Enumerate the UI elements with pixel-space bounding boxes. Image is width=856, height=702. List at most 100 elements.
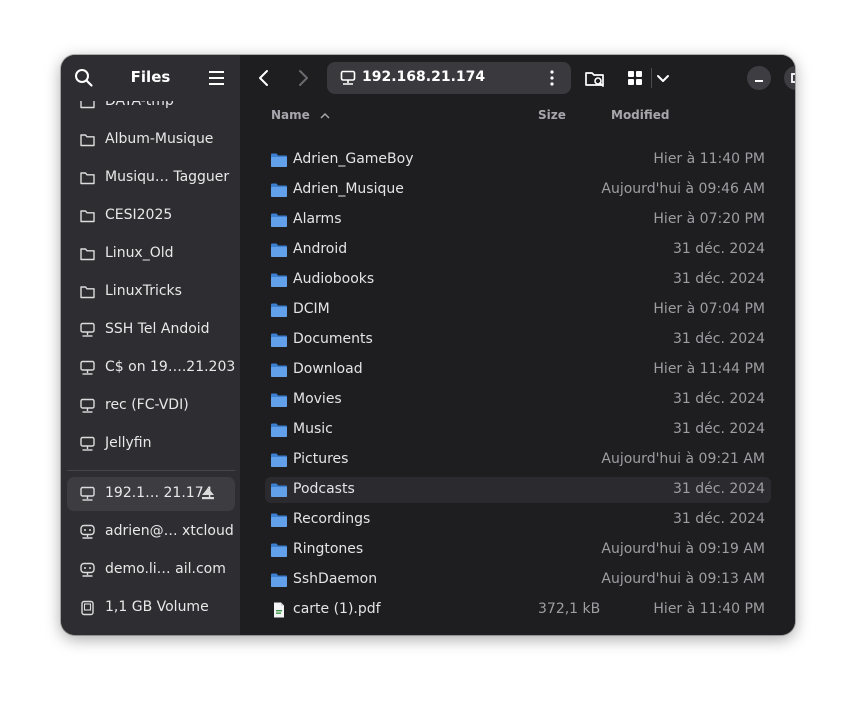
network-icon (79, 486, 96, 502)
file-modified: Aujourd'hui à 09:21 AM (601, 451, 765, 467)
main-pane: 192.168.21.174 Name Size Modified Adrien… (240, 55, 795, 635)
online-account-icon (79, 562, 96, 578)
file-row[interactable]: Movies 31 déc. 2024 (265, 387, 771, 413)
file-name: SshDaemon (293, 571, 378, 587)
sidebar-item[interactable]: LinuxTricks (67, 275, 235, 309)
file-modified: Aujourd'hui à 09:46 AM (601, 181, 765, 197)
file-name: Alarms (293, 211, 342, 227)
sidebar-separator (67, 470, 235, 471)
folder-icon (270, 482, 288, 498)
file-modified: Hier à 11:40 PM (653, 151, 765, 167)
file-row[interactable]: Documents 31 déc. 2024 (265, 327, 771, 353)
back-button[interactable] (249, 63, 279, 93)
column-header-size[interactable]: Size (538, 108, 566, 122)
folder-icon (270, 272, 288, 288)
folder-icon (270, 212, 288, 228)
sidebar-item[interactable]: SSH Tel Andoid (67, 313, 235, 347)
sidebar-item[interactable]: CESI2025 (67, 199, 235, 233)
sidebar-item[interactable]: Linux_Old (67, 237, 235, 271)
file-row[interactable]: Download Hier à 11:44 PM (265, 357, 771, 383)
file-modified: Aujourd'hui à 09:13 AM (601, 571, 765, 587)
column-header-name[interactable]: Name (271, 108, 330, 122)
file-size: 372,1 kB (538, 601, 601, 617)
folder-icon (270, 182, 288, 198)
main-menu-icon[interactable] (206, 68, 228, 88)
file-row[interactable]: Adrien_Musique Aujourd'hui à 09:46 AM (265, 177, 771, 203)
sidebar-item[interactable]: rec (FC-VDI) (67, 389, 235, 423)
sidebar-item-label: 192.1… 21.174 (105, 485, 213, 501)
sidebar-item-label: Musiqu… Tagguer (105, 169, 230, 185)
file-name: Adrien_Musique (293, 181, 404, 197)
file-row[interactable]: carte (1).pdf 372,1 kB Hier à 11:40 PM (265, 597, 771, 623)
pdf-file-icon (270, 602, 288, 618)
view-options-button[interactable] (648, 63, 678, 93)
folder-icon (79, 284, 96, 300)
sidebar-item[interactable]: Album-Musique (67, 123, 235, 157)
file-modified: Hier à 11:40 PM (653, 601, 765, 617)
network-icon (79, 360, 96, 376)
sidebar-item[interactable]: C$ on 19….21.203 (67, 351, 235, 385)
sidebar-header: Files (61, 55, 240, 101)
sidebar-item-label: rec (FC-VDI) (105, 397, 189, 413)
minimize-button[interactable] (747, 66, 771, 90)
folder-icon (270, 242, 288, 258)
sidebar-item[interactable]: DATA-tmp (67, 101, 235, 119)
eject-icon[interactable] (200, 487, 216, 501)
file-row[interactable]: Ringtones Aujourd'hui à 09:19 AM (265, 537, 771, 563)
maximize-button[interactable] (784, 66, 795, 90)
sidebar-item[interactable]: demo.li… ail.com (67, 553, 235, 587)
sidebar-item-label: DATA-tmp (105, 101, 174, 109)
sidebar-item[interactable]: 192.1… 21.174 (67, 477, 235, 511)
file-modified: 31 déc. 2024 (673, 271, 765, 287)
folder-icon (79, 170, 96, 186)
file-name: carte (1).pdf (293, 601, 381, 617)
file-modified: 31 déc. 2024 (673, 481, 765, 497)
file-row[interactable]: Music 31 déc. 2024 (265, 417, 771, 443)
sidebar-item-label: C$ on 19….21.203 (105, 359, 236, 375)
file-row[interactable]: Android 31 déc. 2024 (265, 237, 771, 263)
file-row[interactable]: Podcasts 31 déc. 2024 (265, 477, 771, 503)
grid-view-button[interactable] (620, 63, 650, 93)
file-name: Movies (293, 391, 342, 407)
column-header-modified[interactable]: Modified (611, 108, 670, 122)
file-modified: 31 déc. 2024 (673, 421, 765, 437)
folder-icon (79, 208, 96, 224)
file-row[interactable]: DCIM Hier à 07:04 PM (265, 297, 771, 323)
sidebar-item[interactable]: 1,1 GB Volume (67, 591, 235, 625)
file-modified: 31 déc. 2024 (673, 391, 765, 407)
more-options-icon[interactable] (549, 70, 555, 86)
file-name: Podcasts (293, 481, 355, 497)
file-modified: 31 déc. 2024 (673, 511, 765, 527)
sidebar: Files DATA-tmp Album-Musique Musiqu… Taggu… (61, 55, 240, 635)
sidebar-item-label: adrien@… xtcloud (105, 523, 234, 539)
search-folder-button[interactable] (580, 63, 610, 93)
sidebar-item[interactable]: Jellyfin (67, 427, 235, 461)
file-name: DCIM (293, 301, 330, 317)
folder-icon (270, 302, 288, 318)
online-account-icon (79, 524, 96, 540)
file-row[interactable]: SshDaemon Aujourd'hui à 09:13 AM (265, 567, 771, 593)
file-row[interactable]: Recordings 31 déc. 2024 (265, 507, 771, 533)
folder-icon (270, 332, 288, 348)
sidebar-item-label: Linux_Old (105, 245, 174, 261)
sidebar-item[interactable]: adrien@… xtcloud (67, 515, 235, 549)
forward-button[interactable] (288, 63, 318, 93)
files-window: Files DATA-tmp Album-Musique Musiqu… Taggu… (61, 55, 795, 635)
folder-icon (270, 512, 288, 528)
folder-icon (270, 542, 288, 558)
column-name-label: Name (271, 108, 310, 122)
network-icon (79, 398, 96, 414)
file-row[interactable]: Alarms Hier à 07:20 PM (265, 207, 771, 233)
network-icon (340, 70, 356, 86)
folder-icon (79, 101, 96, 110)
file-row[interactable]: Adrien_GameBoy Hier à 11:40 PM (265, 147, 771, 173)
sidebar-item[interactable]: Musiqu… Tagguer (67, 161, 235, 195)
file-name: Music (293, 421, 333, 437)
file-row[interactable]: Audiobooks 31 déc. 2024 (265, 267, 771, 293)
sidebar-item-label: Jellyfin (105, 435, 152, 451)
file-row[interactable]: Pictures Aujourd'hui à 09:21 AM (265, 447, 771, 473)
folder-icon (270, 152, 288, 168)
file-name: Audiobooks (293, 271, 375, 287)
location-bar[interactable]: 192.168.21.174 (327, 62, 571, 94)
folder-icon (270, 392, 288, 408)
